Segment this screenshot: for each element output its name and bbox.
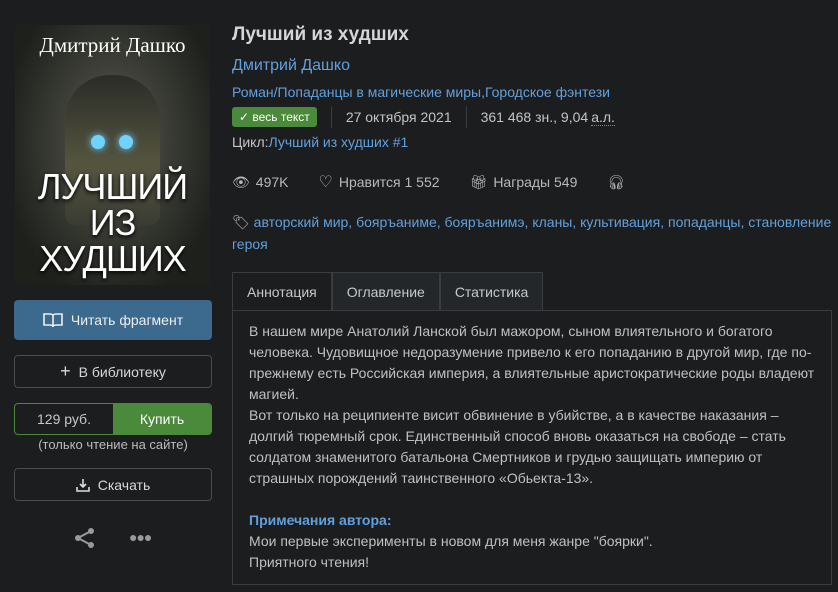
publish-date: 27 октября 2021: [345, 109, 452, 125]
annotation-paragraph: Вот только на реципиенте висит обвинение…: [249, 407, 786, 486]
cover-eye: [91, 135, 105, 149]
add-library-label: В библиотеку: [78, 363, 166, 380]
tab-contents[interactable]: Оглавление: [331, 272, 440, 310]
download-button[interactable]: Скачать: [14, 468, 212, 501]
cover-title: ЛУЧШИЙ ИЗ ХУДШИХ: [37, 166, 188, 279]
more-icon[interactable]: ●●●: [129, 529, 152, 545]
status-badge: ✓ весь текст: [232, 107, 317, 127]
buy-group: 129 руб. Купить: [14, 403, 212, 435]
tab-statistics[interactable]: Статистика: [439, 272, 544, 310]
genre-link[interactable]: Попаданцы в магические миры: [278, 84, 482, 100]
book-title: Лучший из худших: [232, 24, 409, 45]
annotation-paragraph: В нашем мире Анатолий Ланской был мажоро…: [249, 323, 815, 402]
tag-list[interactable]: авторский мир, бояръаниме, бояръанимэ, к…: [232, 214, 831, 252]
eye-icon: 👁: [232, 173, 250, 190]
check-icon: ✓: [239, 110, 253, 124]
book-icon: [43, 313, 63, 328]
buy-note: (только чтение на сайте): [38, 437, 188, 452]
read-fragment-label: Читать фрагмент: [70, 312, 184, 328]
headphones-icon[interactable]: 🎧︎: [607, 174, 625, 191]
views-stat: 👁 497K: [232, 173, 289, 191]
genre-form-link[interactable]: Роман: [232, 84, 274, 100]
genre-link[interactable]: Городское фэнтези: [485, 84, 610, 100]
annotation-panel: В нашем мире Анатолий Ланской был мажоро…: [232, 310, 832, 585]
author-notes: Приятного чтения!: [249, 554, 370, 570]
likes-button[interactable]: ♡ Нравится 1 552: [318, 172, 439, 192]
share-icon[interactable]: [74, 527, 96, 549]
add-to-library-button[interactable]: + В библиотеку: [14, 355, 212, 388]
tags: 🏷︎ авторский мир, бояръаниме, бояръанимэ…: [232, 211, 836, 255]
author-notes-title: Примечания автора:: [249, 512, 392, 528]
tag-icon: 🏷︎: [232, 214, 254, 230]
tab-annotation[interactable]: Аннотация: [232, 272, 332, 310]
gift-icon: 🎁︎: [469, 173, 488, 190]
buy-button[interactable]: Купить: [113, 404, 211, 434]
cycle-label: Цикл:: [232, 134, 269, 150]
author-notes: Мои первые эксперименты в новом для меня…: [249, 533, 653, 549]
cover-author: Дмитрий Дашко: [39, 33, 186, 57]
book-size: 361 468 зн., 9,04: [480, 109, 589, 125]
plus-icon: +: [60, 361, 71, 381]
awards-button[interactable]: 🎁︎ Награды 549: [470, 174, 578, 191]
tab-bar: Аннотация Оглавление Статистика: [232, 272, 544, 310]
price: 129 руб.: [37, 411, 91, 427]
book-cover[interactable]: Дмитрий Дашко ЛУЧШИЙ ИЗ ХУДШИХ: [15, 25, 210, 285]
size-unit[interactable]: а.л.: [591, 109, 615, 126]
download-label: Скачать: [97, 476, 151, 493]
divider: [465, 106, 467, 128]
heart-icon: ♡: [318, 174, 333, 191]
cover-eye: [119, 135, 133, 149]
author-link[interactable]: Дмитрий Дашко: [232, 57, 350, 75]
cycle-link[interactable]: Лучший из худших #1: [269, 134, 409, 150]
divider: [330, 106, 332, 128]
download-icon: [75, 478, 90, 492]
read-fragment-button[interactable]: Читать фрагмент: [14, 300, 212, 340]
